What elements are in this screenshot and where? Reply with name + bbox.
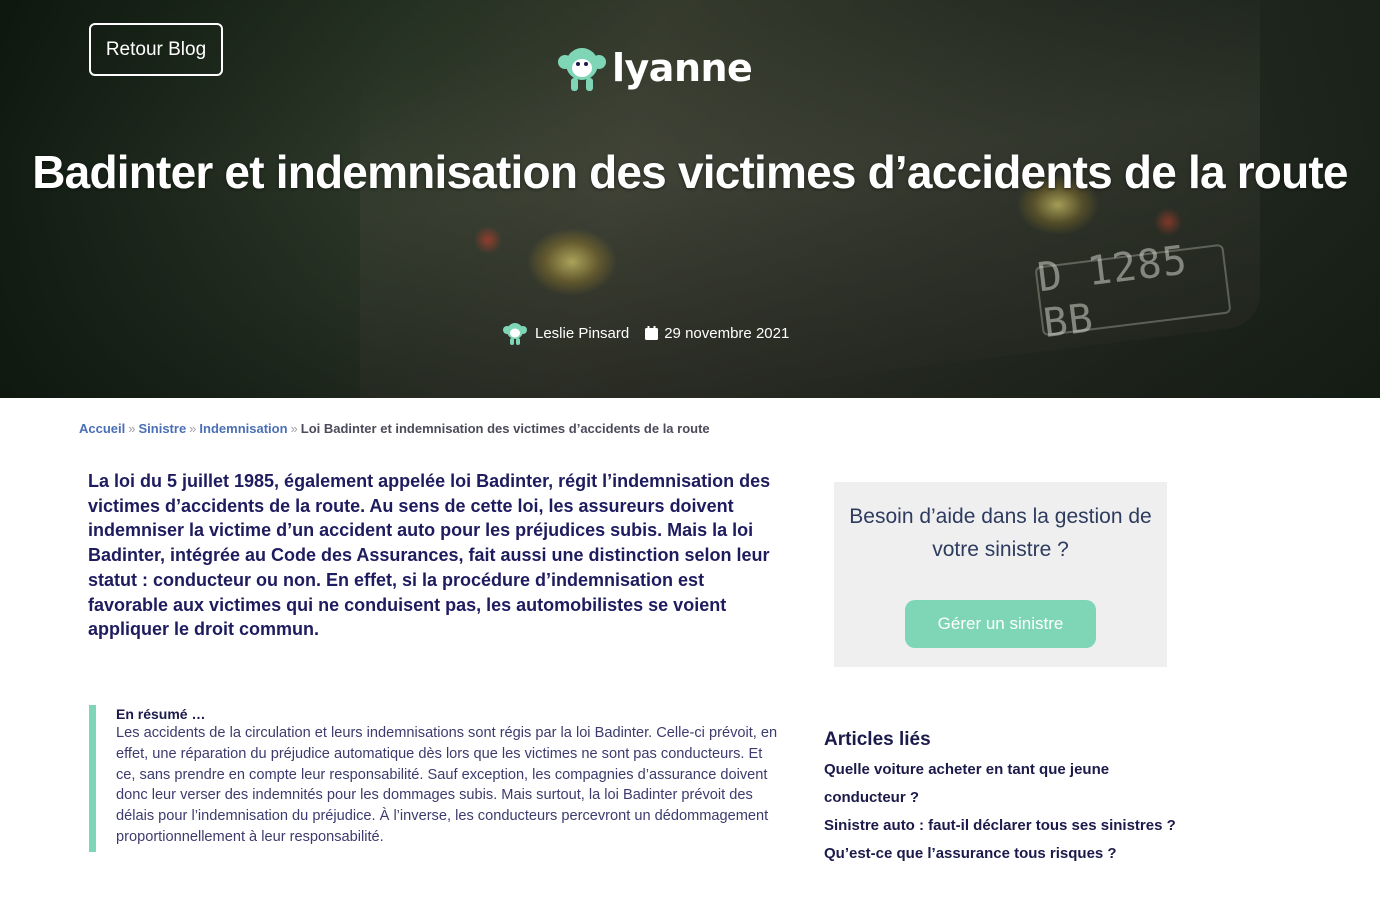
monkey-logo-icon	[558, 48, 606, 91]
breadcrumb-separator: »	[290, 421, 298, 436]
related-title: Articles liés	[824, 729, 931, 750]
breadcrumb-sinistre[interactable]: Sinistre	[138, 421, 186, 436]
calendar-icon	[645, 326, 659, 340]
hero-banner: D 1285 BB Retour Blog lyanne Badinter et…	[0, 0, 1380, 398]
breadcrumb-indemnisation[interactable]: Indemnisation	[199, 421, 287, 436]
breadcrumb-separator: »	[128, 421, 136, 436]
manage-claim-button[interactable]: Gérer un sinistre	[905, 600, 1096, 648]
breadcrumb-accueil[interactable]: Accueil	[79, 421, 125, 436]
related-articles: Articles liés Quelle voiture acheter en …	[824, 728, 1184, 868]
hero-vehicle-shape	[360, 0, 1260, 398]
author-name[interactable]: Leslie Pinsard	[535, 325, 629, 342]
breadcrumb-current: Loi Badinter et indemnisation des victim…	[300, 421, 710, 436]
related-link[interactable]: Quelle voiture acheter en tant que jeune…	[824, 756, 1184, 812]
article-intro: La loi du 5 juillet 1985, également appe…	[88, 471, 771, 640]
breadcrumb-separator: »	[189, 421, 197, 436]
post-meta: Leslie Pinsard 29 novembre 2021	[502, 320, 789, 346]
hero-license-plate: D 1285 BB	[1034, 237, 1232, 347]
breadcrumb: Accueil» Sinistre» Indemnisation» Loi Badin…	[79, 421, 710, 436]
summary-block: En résumé … Les accidents de la circulat…	[89, 705, 784, 852]
help-text: Besoin d’aide dans la gestion de votre s…	[849, 505, 1152, 561]
related-link[interactable]: Sinistre auto : faut-il déclarer tous se…	[824, 812, 1184, 840]
site-logo[interactable]: lyanne	[556, 42, 753, 94]
post-date: 29 novembre 2021	[664, 324, 790, 342]
summary-text: Les accidents de la circulation et leurs…	[116, 725, 778, 845]
page-title: Badinter et indemnisation des victimes d…	[32, 146, 1348, 198]
logo-wordmark: lyanne	[612, 46, 753, 90]
help-box: Besoin d’aide dans la gestion de votre s…	[834, 482, 1167, 667]
related-list: Quelle voiture acheter en tant que jeune…	[824, 756, 1184, 868]
monkey-avatar-icon	[503, 323, 527, 345]
summary-title: En résumé …	[116, 706, 206, 722]
back-to-blog-button[interactable]: Retour Blog	[89, 23, 223, 76]
related-link[interactable]: Qu’est-ce que l’assurance tous risques ?	[824, 840, 1184, 868]
